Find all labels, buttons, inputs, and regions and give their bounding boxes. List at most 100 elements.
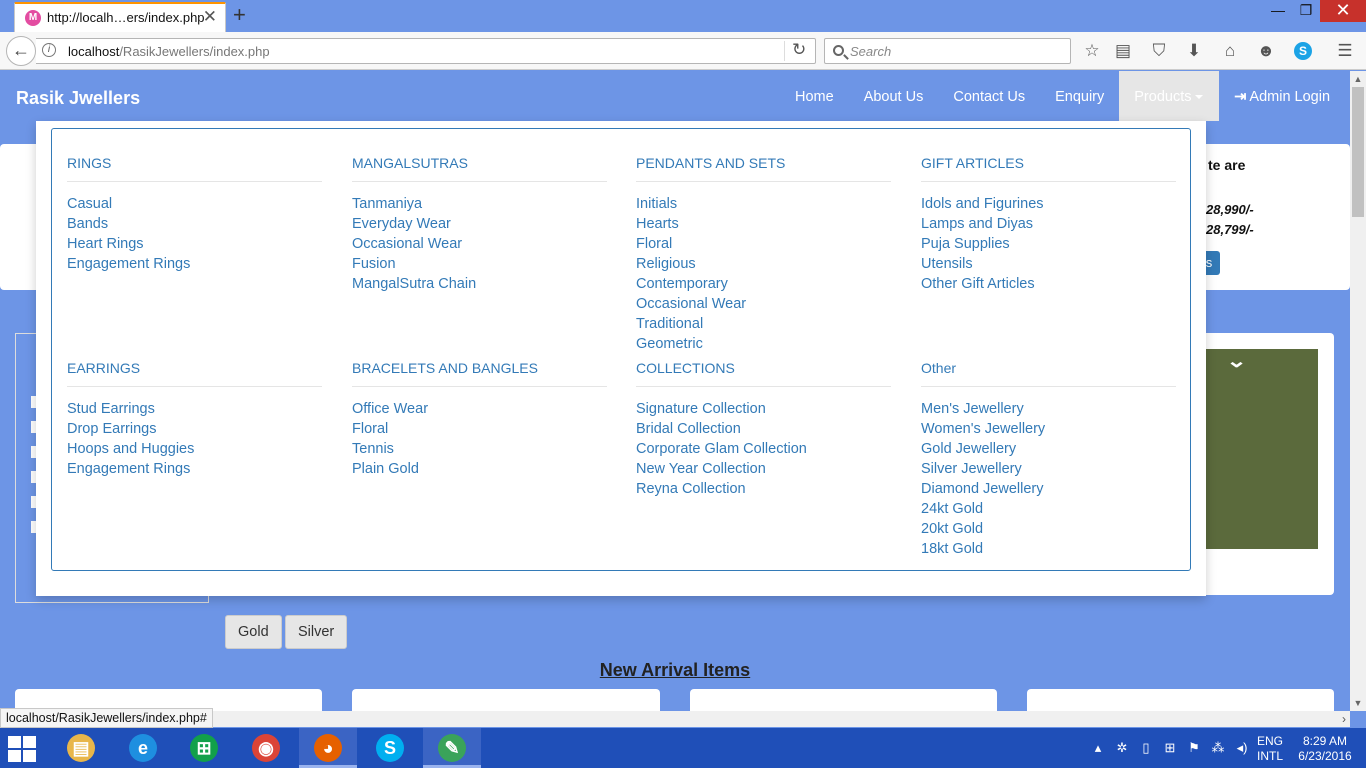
menu-link[interactable]: Puja Supplies <box>921 234 1176 254</box>
menu-link[interactable]: Signature Collection <box>636 399 891 419</box>
maximize-icon[interactable]: ❐ <box>1292 0 1320 22</box>
gold-filter-button[interactable]: Gold <box>225 615 282 649</box>
tray-windows-icon[interactable]: ⊞ <box>1158 740 1182 756</box>
scrollbar-thumb[interactable] <box>1352 87 1364 217</box>
scroll-up-icon[interactable]: ▲ <box>1350 71 1366 87</box>
menu-link[interactable]: Bands <box>67 214 322 234</box>
menu-link[interactable]: Other Gift Articles <box>921 274 1176 294</box>
menu-link[interactable]: Tanmaniya <box>352 194 607 214</box>
taskbar-app[interactable]: S <box>361 728 419 768</box>
url-bar[interactable]: i localhost/RasikJewellers/index.php ↻ <box>36 38 816 64</box>
menu-link[interactable]: Plain Gold <box>352 459 607 479</box>
tray-flag-icon[interactable]: ⚑ <box>1182 740 1206 756</box>
menu-link[interactable]: Engagement Rings <box>67 459 322 479</box>
nav-about-us[interactable]: About Us <box>849 71 939 121</box>
menu-link[interactable]: Occasional Wear <box>352 234 607 254</box>
scroll-down-icon[interactable]: ▼ <box>1350 695 1366 711</box>
menu-link[interactable]: Lamps and Diyas <box>921 214 1176 234</box>
menu-link[interactable]: 20kt Gold <box>921 519 1176 539</box>
product-card[interactable] <box>690 689 997 711</box>
windows-start-icon[interactable] <box>8 736 38 762</box>
menu-link[interactable]: Floral <box>636 234 891 254</box>
menu-link[interactable]: Idols and Figurines <box>921 194 1176 214</box>
silver-filter-button[interactable]: Silver <box>285 615 348 649</box>
tray-network-icon[interactable]: ⁂ <box>1206 740 1230 756</box>
nav-enquiry[interactable]: Enquiry <box>1040 71 1119 121</box>
nav-products[interactable]: Products <box>1119 71 1220 121</box>
reading-list-icon[interactable]: ▤ <box>1111 40 1135 62</box>
hamburger-menu-icon[interactable]: ☰ <box>1333 40 1357 62</box>
menu-link[interactable]: Hoops and Huggies <box>67 439 322 459</box>
menu-link[interactable]: Casual <box>67 194 322 214</box>
back-arrow-icon[interactable]: ← <box>6 36 36 66</box>
site-brand[interactable]: Rasik Jwellers <box>16 88 140 109</box>
home-icon[interactable]: ⌂ <box>1218 40 1242 62</box>
close-window-icon[interactable]: ✕ <box>1320 0 1366 22</box>
minimize-icon[interactable]: — <box>1264 0 1292 22</box>
login-icon: ⇥ <box>1234 89 1247 105</box>
hello-chat-icon[interactable]: ☻ <box>1254 40 1278 62</box>
menu-link[interactable]: Tennis <box>352 439 607 459</box>
menu-link[interactable]: Floral <box>352 419 607 439</box>
menu-link[interactable]: Diamond Jewellery <box>921 479 1176 499</box>
menu-link[interactable]: Stud Earrings <box>67 399 322 419</box>
menu-link[interactable]: Engagement Rings <box>67 254 322 274</box>
taskbar-app[interactable]: ✎ <box>423 728 481 768</box>
product-card[interactable] <box>1027 689 1334 711</box>
menu-link[interactable]: Fusion <box>352 254 607 274</box>
nav-contact-us[interactable]: Contact Us <box>938 71 1040 121</box>
menu-link[interactable]: Everyday Wear <box>352 214 607 234</box>
vertical-scrollbar[interactable]: ▲ ▼ <box>1350 71 1366 711</box>
downloads-icon[interactable]: ⬇ <box>1182 40 1206 62</box>
system-clock[interactable]: 8:29 AM 6/23/2016 <box>1294 734 1356 764</box>
menu-link[interactable]: Reyna Collection <box>636 479 891 499</box>
url-text[interactable]: localhost/RasikJewellers/index.php <box>68 44 270 59</box>
menu-link[interactable]: Initials <box>636 194 891 214</box>
skype-addon-icon[interactable]: S <box>1294 42 1312 60</box>
pocket-icon[interactable]: ⛉ <box>1147 40 1171 62</box>
menu-link[interactable]: 18kt Gold <box>921 539 1176 559</box>
menu-link[interactable]: Religious <box>636 254 891 274</box>
nav-admin-login[interactable]: ⇥ Admin Login <box>1219 71 1345 121</box>
menu-link[interactable]: Gold Jewellery <box>921 439 1176 459</box>
menu-link[interactable]: Geometric <box>636 334 891 354</box>
menu-link[interactable]: Heart Rings <box>67 234 322 254</box>
tray-volume-icon[interactable]: ◂) <box>1230 740 1254 756</box>
taskbar-app[interactable]: e <box>114 728 172 768</box>
taskbar-app[interactable]: ⊞ <box>175 728 233 768</box>
tray-chevron-up-icon[interactable]: ▴ <box>1086 740 1110 756</box>
menu-link[interactable]: Contemporary <box>636 274 891 294</box>
menu-link[interactable]: Bridal Collection <box>636 419 891 439</box>
menu-link[interactable]: Men's Jewellery <box>921 399 1176 419</box>
store-icon: ⊞ <box>190 734 218 762</box>
menu-link[interactable]: 24kt Gold <box>921 499 1176 519</box>
browser-tab[interactable]: M http://localh…ers/index.php ✕ <box>14 2 226 32</box>
input-language[interactable]: ENG INTL <box>1257 734 1283 764</box>
taskbar-app[interactable]: ◉ <box>237 728 295 768</box>
reload-icon[interactable]: ↻ <box>792 40 806 60</box>
menu-link[interactable]: Women's Jewellery <box>921 419 1176 439</box>
menu-link[interactable]: Hearts <box>636 214 891 234</box>
menu-link[interactable]: Silver Jewellery <box>921 459 1176 479</box>
menu-link[interactable]: Utensils <box>921 254 1176 274</box>
chevron-down-icon[interactable]: ⌄ <box>1226 351 1247 372</box>
menu-link[interactable]: Office Wear <box>352 399 607 419</box>
close-tab-icon[interactable]: ✕ <box>203 7 217 27</box>
scroll-right-icon[interactable]: › <box>1342 711 1346 727</box>
taskbar-app[interactable]: ◕ <box>299 728 357 768</box>
tray-battery-icon[interactable]: ▯ <box>1134 740 1158 756</box>
menu-link[interactable]: Occasional Wear <box>636 294 891 314</box>
product-card[interactable] <box>352 689 660 711</box>
bookmark-star-icon[interactable]: ☆ <box>1080 40 1104 62</box>
tray-settings-icon[interactable]: ✲ <box>1110 740 1134 756</box>
menu-link[interactable]: New Year Collection <box>636 459 891 479</box>
new-tab-icon[interactable]: + <box>233 3 246 27</box>
menu-link[interactable]: Corporate Glam Collection <box>636 439 891 459</box>
site-info-icon[interactable]: i <box>42 43 56 57</box>
taskbar-app[interactable]: ▤ <box>52 728 110 768</box>
menu-link[interactable]: Traditional <box>636 314 891 334</box>
nav-home[interactable]: Home <box>780 71 849 121</box>
menu-link[interactable]: Drop Earrings <box>67 419 322 439</box>
search-input[interactable]: Search <box>824 38 1071 64</box>
menu-link[interactable]: MangalSutra Chain <box>352 274 607 294</box>
